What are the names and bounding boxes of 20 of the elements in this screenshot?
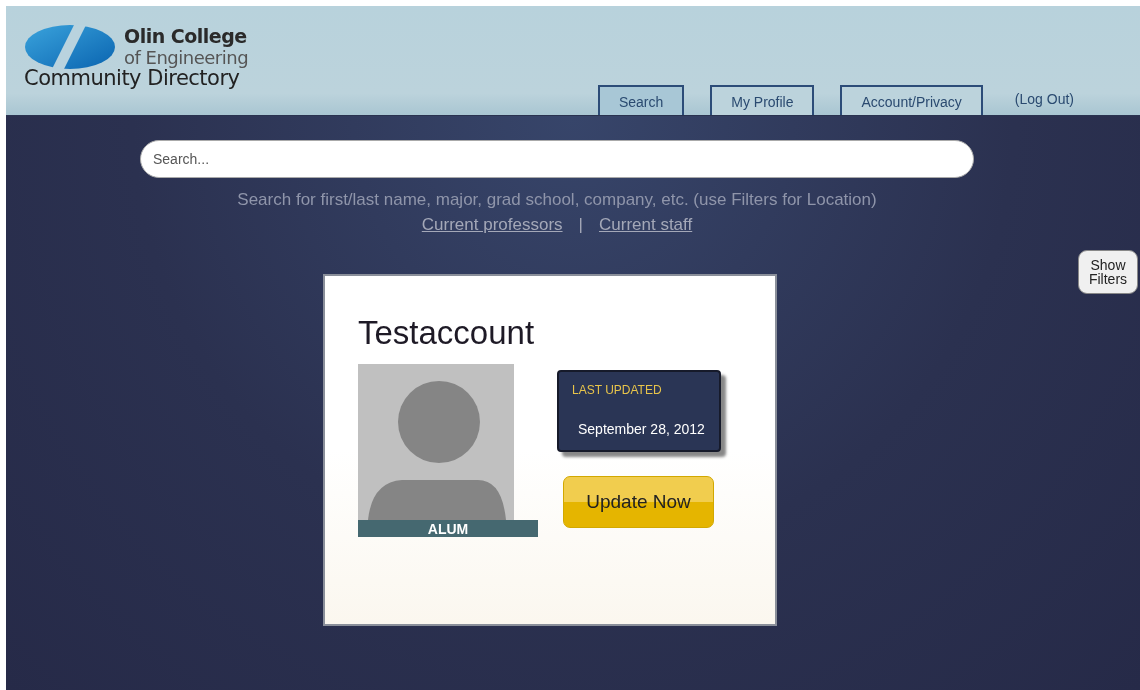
show-filters-button[interactable]: Show Filters: [1078, 250, 1138, 294]
nav-tab[interactable]: My Profile: [710, 85, 815, 115]
search-field[interactable]: Search...: [140, 140, 974, 178]
staff-link[interactable]: Current staff: [599, 215, 693, 235]
logo-text: Olin College: [124, 26, 248, 47]
logo-subtext: of Engineering: [124, 47, 249, 68]
link-separator: |: [578, 215, 583, 235]
update-now-button[interactable]: Update Now: [563, 476, 714, 528]
profile-name: Testaccount: [358, 314, 536, 352]
logo-icon: [24, 24, 116, 70]
last-updated-date: September 28, 2012: [578, 421, 706, 437]
last-updated-label: LAST UPDATED: [572, 383, 663, 397]
avatar-placeholder-icon: [358, 364, 514, 520]
role-label: ALUM: [358, 520, 538, 537]
logout-link[interactable]: (Log Out): [1014, 91, 1074, 107]
professors-link[interactable]: Current professors: [421, 215, 563, 235]
nav-tab[interactable]: Search: [597, 85, 685, 115]
search-hint: Search for first/last name, major, grad school, company, etc. (use Filters for Location): [237, 190, 877, 210]
nav-tab[interactable]: Account/Privacy: [840, 85, 983, 115]
site-title: Community Directory: [24, 66, 241, 90]
